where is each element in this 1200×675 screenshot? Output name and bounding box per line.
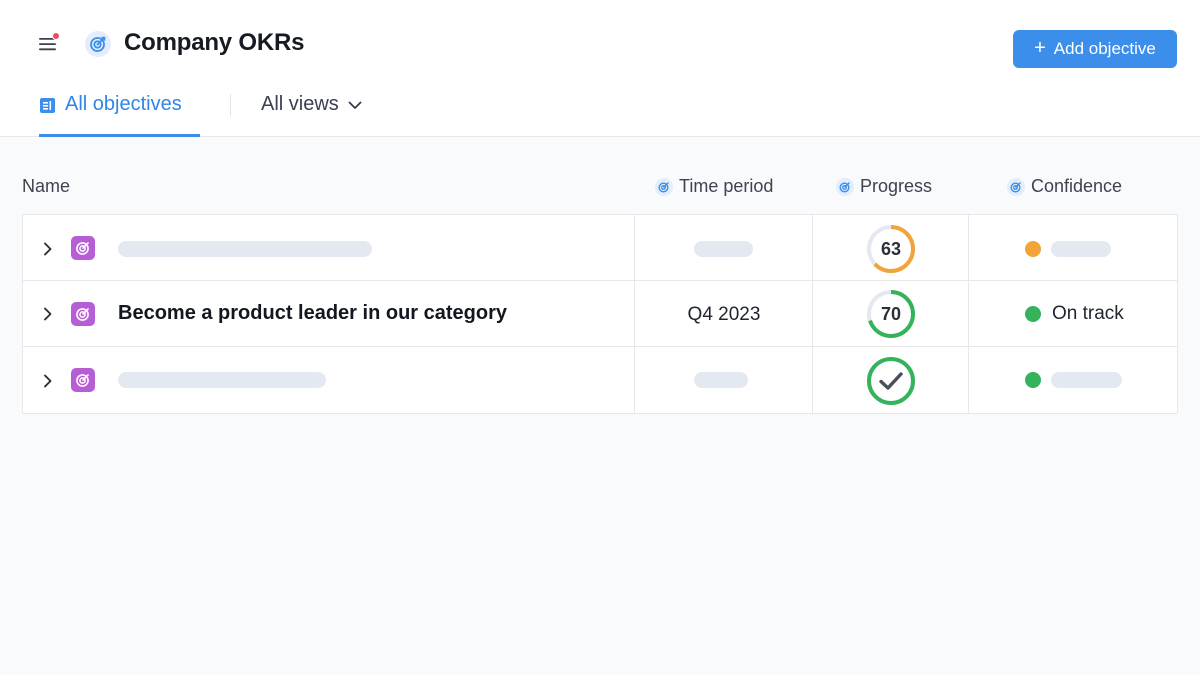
time-period-value: Q4 2023 [687, 304, 761, 325]
time-period-placeholder [694, 372, 748, 388]
all-views-dropdown[interactable]: All views [261, 93, 363, 116]
column-header-progress[interactable]: Progress [836, 176, 932, 197]
column-header-time-period[interactable]: Time period [655, 176, 773, 197]
chevron-down-icon [348, 101, 362, 109]
table-row[interactable]: Become a product leader in our category … [23, 281, 1177, 347]
objectives-table: 63 Become a product leader in our catego… [22, 214, 1178, 414]
objective-icon [71, 236, 95, 260]
tab-all-objectives-label: All objectives [65, 93, 182, 115]
target-icon [655, 177, 673, 196]
page-title: Company OKRs [124, 29, 305, 56]
progress-value: 70 [880, 303, 902, 324]
notification-dot [52, 32, 60, 40]
title-placeholder [118, 241, 372, 257]
all-views-label: All views [261, 93, 339, 115]
target-icon [1007, 177, 1025, 196]
add-objective-button[interactable]: + Add objective [1013, 30, 1177, 68]
tab-all-objectives[interactable]: All objectives [39, 84, 200, 137]
progress-ring: 70 [866, 289, 916, 339]
column-header-name[interactable]: Name [22, 176, 70, 197]
objective-icon [71, 368, 95, 392]
menu-button[interactable] [36, 32, 60, 56]
title-placeholder [118, 372, 326, 388]
column-header-progress-label: Progress [860, 176, 933, 196]
top-bar: Company OKRs + Add objective All objecti… [0, 0, 1200, 137]
objective-icon [71, 302, 95, 326]
progress-ring: 63 [866, 224, 916, 274]
confidence-placeholder [1051, 241, 1111, 257]
confidence-dot [1025, 241, 1041, 257]
column-header-confidence-label: Confidence [1031, 176, 1123, 196]
confidence-dot [1025, 372, 1041, 388]
table-row[interactable]: 63 [23, 215, 1177, 281]
table-row[interactable] [23, 347, 1177, 413]
confidence-dot [1025, 306, 1041, 322]
progress-value: 63 [880, 238, 902, 259]
column-header-time-period-label: Time period [679, 176, 774, 196]
plus-icon: + [1034, 37, 1046, 59]
column-header-confidence[interactable]: Confidence [1007, 176, 1122, 197]
target-icon [836, 177, 854, 196]
time-period-placeholder [694, 241, 753, 257]
column-header-name-label: Name [22, 176, 71, 196]
chevron-right-icon[interactable] [39, 372, 57, 390]
progress-ring [866, 356, 916, 406]
tab-divider [230, 94, 231, 116]
target-icon [85, 31, 111, 57]
chevron-right-icon[interactable] [39, 305, 57, 323]
chevron-right-icon[interactable] [39, 240, 57, 258]
progress-value [866, 356, 916, 406]
objective-title[interactable]: Become a product leader in our category [118, 302, 507, 325]
confidence-placeholder [1051, 372, 1122, 388]
confidence-label: On track [1052, 303, 1124, 324]
add-objective-label: Add objective [1053, 39, 1156, 58]
list-icon [40, 98, 55, 113]
